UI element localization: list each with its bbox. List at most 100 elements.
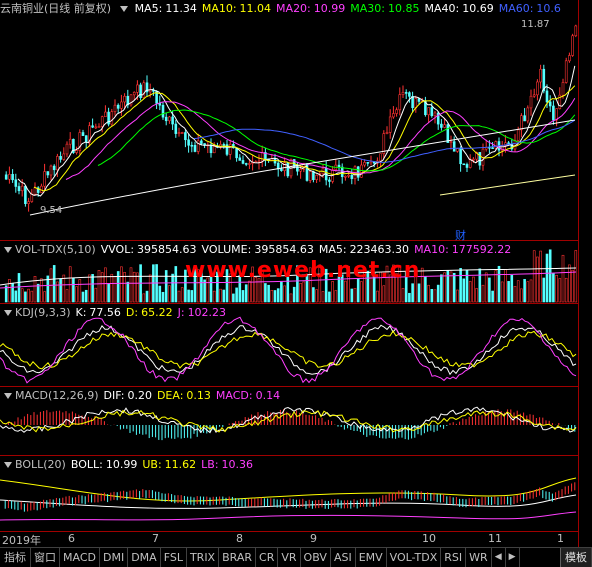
volume-bar [459, 268, 462, 303]
tab-fsl[interactable]: FSL [161, 548, 187, 567]
ma-indicator-5: MA60: 10.6 [499, 2, 561, 15]
volume-bar [440, 274, 443, 303]
volume-bar [523, 279, 526, 303]
candle-body [347, 174, 350, 177]
candle-body [356, 166, 360, 178]
candle-body [142, 82, 146, 98]
vol-indicator-value: 395854.63 [137, 243, 197, 256]
date-tick: 9 [310, 532, 317, 545]
kdj-indicator-value: 65.22 [141, 306, 173, 319]
candle-body [24, 185, 27, 204]
tab-brar[interactable]: BRAR [219, 548, 257, 567]
boll-indicator-value: 10.99 [105, 458, 138, 471]
candle-body [14, 179, 18, 187]
finance-marker[interactable]: 财 [455, 227, 466, 243]
volume-bar [273, 290, 277, 303]
volume-bar [302, 281, 306, 303]
boll-indicator-label: LB: [201, 458, 219, 471]
volume-bar [203, 279, 206, 303]
ma-indicator-value: 11.34 [165, 2, 197, 15]
candle-body [299, 168, 302, 172]
candle-body [411, 96, 414, 109]
candle-body [104, 111, 107, 118]
tab-trix[interactable]: TRIX [187, 548, 220, 567]
dropdown-icon[interactable] [4, 247, 12, 253]
indicator-tab-bar: 指标 窗口 MACD DMI DMA FSL TRIX BRAR CR VR OBV ASI EMV VO… [0, 547, 592, 567]
tab-spacer [520, 548, 560, 567]
tab-vol-tdx[interactable]: VOL-TDX [387, 548, 442, 567]
volume-bar [264, 283, 267, 303]
tab-vr[interactable]: VR [278, 548, 301, 567]
candle-body [427, 107, 430, 116]
tab-指标[interactable]: 指标 [0, 548, 31, 567]
candle-body [404, 92, 408, 94]
boll-indicator-label: UB: [142, 458, 162, 471]
vol-indicator-label: MA10: [414, 243, 449, 256]
tab-rsi[interactable]: RSI [441, 548, 467, 567]
ma250-line [439, 174, 576, 196]
dropdown-icon[interactable] [4, 462, 12, 468]
stock-title: 云南铜业(日线 前复权) [0, 2, 112, 15]
candle-body [46, 171, 50, 176]
vol-panel-header: VOL-TDX(5,10) VVOL: 395854.63 VOLUME: 395854… [0, 242, 521, 258]
volume-bar [168, 285, 171, 303]
macd-indicator-value: 0.13 [186, 389, 211, 402]
volume-bar [542, 277, 546, 303]
candle-body [187, 139, 190, 146]
candle-body [56, 156, 59, 171]
candle-body [171, 116, 174, 125]
boll-panel-header: BOLL(20) BOLL: 10.99 UB: 11.62 LB: 10.36 [0, 457, 263, 473]
vol-indicator-3: MA10: 177592.22 [414, 243, 511, 256]
candle-body [449, 141, 453, 143]
candle-body [363, 162, 366, 166]
candle-body [548, 101, 552, 107]
volume-bar [497, 265, 501, 303]
dropdown-icon[interactable] [4, 310, 12, 316]
boll-indicator-label: BOLL: [70, 458, 103, 471]
ma-indicator-label: MA30: [350, 2, 385, 15]
tab-wr[interactable]: WR [466, 548, 492, 567]
tab-dma[interactable]: DMA [128, 548, 161, 567]
scroll-left-icon[interactable]: ◀ [492, 548, 506, 567]
tab-emv[interactable]: EMV [356, 548, 387, 567]
volume-bar [532, 250, 536, 303]
ma-indicator-value: 10.6 [536, 2, 561, 15]
candle-body [392, 113, 395, 118]
volume-bar [59, 278, 62, 303]
dropdown-icon[interactable] [4, 393, 12, 399]
candle-body [244, 163, 248, 165]
scroll-right-icon[interactable]: ▶ [506, 548, 520, 567]
volume-bar [561, 254, 565, 303]
boll-indicator-2: LB: 10.36 [201, 458, 253, 471]
volume-bar [571, 269, 574, 303]
tab-dmi[interactable]: DMI [100, 548, 129, 567]
candle-body [212, 146, 216, 154]
volume-bar [331, 281, 334, 303]
boll-indicator-0: BOLL: 10.99 [71, 458, 137, 471]
candle-body [27, 201, 30, 204]
volume-bar [558, 278, 562, 303]
macd-indicator-label: DIF: [103, 389, 125, 402]
tab-窗口[interactable]: 窗口 [31, 548, 60, 567]
volume-bar [427, 284, 430, 303]
tab-macd[interactable]: MACD [60, 548, 100, 567]
volume-bar [161, 291, 165, 303]
volume-bar [312, 287, 315, 303]
candle-body [30, 193, 34, 202]
template-button[interactable]: 模板 [560, 548, 592, 567]
kdj-indicator-label: D: [125, 306, 139, 319]
tab-cr[interactable]: CR [256, 548, 279, 567]
tab-obv[interactable]: OBV [301, 548, 331, 567]
dropdown-icon[interactable] [120, 6, 129, 12]
ma-indicators: MA5: 11.34 MA10: 11.04 MA20: 10.99 MA30: 10.85 M… [135, 2, 566, 15]
candle-body [564, 60, 568, 83]
volume-bar [564, 277, 568, 303]
volume-bar [40, 278, 43, 303]
candle-body [49, 165, 53, 176]
tab-asi[interactable]: ASI [331, 548, 356, 567]
volume-bar [401, 288, 405, 303]
macd-indicator-value: 0.20 [127, 389, 152, 402]
volume-bar [452, 272, 456, 303]
candle-body [200, 140, 203, 144]
kdj-d-line [0, 330, 577, 370]
